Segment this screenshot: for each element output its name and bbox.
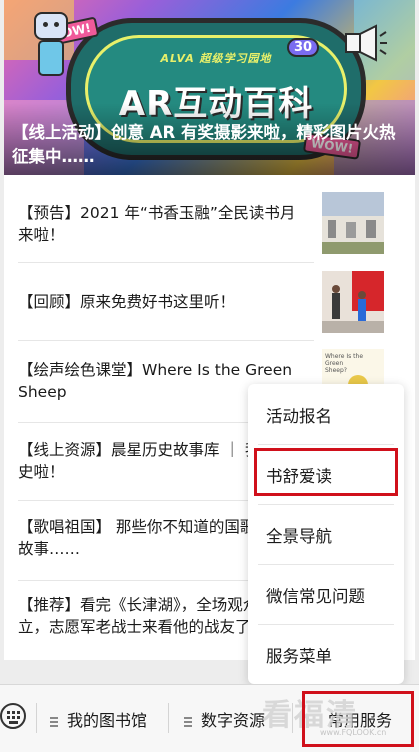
tab-label: 数字资源 bbox=[201, 711, 266, 730]
banner-tag: 30 bbox=[287, 38, 320, 57]
menu-item-label: 服务菜单 bbox=[266, 647, 332, 666]
list-item[interactable]: 【回顾】原来免费好书这里听！ bbox=[4, 263, 415, 341]
service-popup-menu: 活动报名 书舒爱读 全景导航 微信常见问题 服务菜单 bbox=[248, 384, 404, 684]
tab-my-library[interactable]: 我的图书馆 bbox=[50, 707, 147, 731]
menu-item-label: 活动报名 bbox=[266, 407, 332, 426]
list-item[interactable]: 【预告】2021 年“书香玉融”全民读书月来啦！ bbox=[4, 175, 415, 270]
menu-item-label: 微信常见问题 bbox=[266, 587, 365, 606]
banner-article[interactable]: ALVA 超级学习园地 AR互动百科 WOW! WOW! 30 【线上活动】创意… bbox=[4, 0, 415, 175]
divider bbox=[168, 703, 169, 733]
article-title: 【回顾】原来免费好书这里听！ bbox=[18, 293, 236, 311]
article-thumbnail bbox=[322, 271, 384, 333]
highlight-box bbox=[302, 691, 414, 747]
article-title: 【预告】2021 年“书香玉融”全民读书月来啦！ bbox=[18, 204, 296, 244]
menu-icon bbox=[50, 716, 58, 727]
banner-caption-text: 【线上活动】创意 AR 有奖摄影来啦，精彩图片火热征集中…… bbox=[12, 123, 396, 166]
tab-digital-resources[interactable]: 数字资源 bbox=[184, 707, 265, 731]
banner-caption: 【线上活动】创意 AR 有奖摄影来啦，精彩图片火热征集中…… bbox=[4, 103, 415, 175]
keyboard-icon[interactable] bbox=[0, 703, 26, 729]
robot-icon bbox=[30, 12, 68, 90]
menu-icon bbox=[184, 716, 192, 727]
menu-item-panorama-nav[interactable]: 全景导航 bbox=[248, 504, 404, 564]
tab-label: 我的图书馆 bbox=[67, 711, 148, 730]
menu-item-label: 全景导航 bbox=[266, 527, 332, 546]
article-thumbnail bbox=[322, 192, 384, 254]
speaker-icon bbox=[345, 24, 387, 62]
menu-item-service-menu[interactable]: 服务菜单 bbox=[248, 624, 404, 684]
divider bbox=[36, 703, 37, 733]
menu-item-wechat-faq[interactable]: 微信常见问题 bbox=[248, 564, 404, 624]
menu-item-activity-signup[interactable]: 活动报名 bbox=[248, 384, 404, 444]
highlight-box bbox=[254, 448, 398, 496]
thumbnail-book-title: Where Is the Green Sheep? bbox=[325, 353, 364, 374]
